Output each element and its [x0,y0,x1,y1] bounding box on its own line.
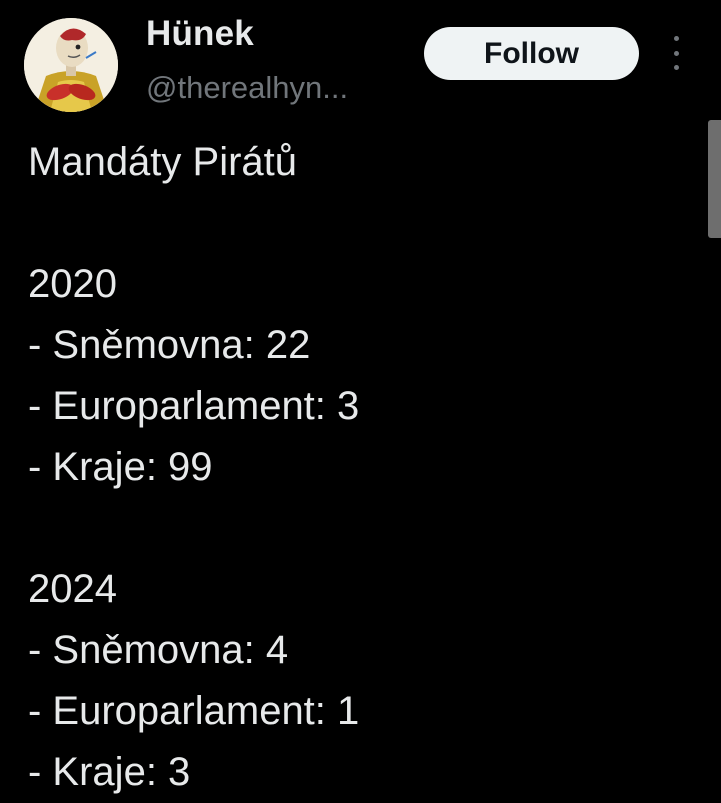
display-name[interactable]: Hünek [146,14,254,54]
user-handle[interactable]: @therealhyn... [146,70,348,106]
more-dot [673,65,679,70]
more-vertical-icon[interactable] [666,36,686,70]
tweet-title: Mandáty Pirátů [28,140,298,184]
avatar[interactable] [24,18,118,112]
avatar-image [24,18,118,112]
section-year: 2024 [28,567,117,611]
section-year: 2020 [28,262,117,306]
scrollbar-thumb[interactable] [708,120,721,238]
more-dot [673,36,679,41]
section-item: - Europarlament: 3 [28,384,360,428]
section-item: - Europarlament: 1 [28,689,360,733]
section-item: - Sněmovna: 4 [28,628,289,672]
more-dot [673,50,679,56]
section-item: - Kraje: 3 [28,750,191,794]
tweet-card: Hünek @therealhyn... Follow Mandáty Pirá… [0,0,721,800]
section-item: - Kraje: 99 [28,445,213,489]
follow-button[interactable]: Follow [424,27,639,80]
tweet-text: Mandáty Pirátů 2020 - Sněmovna: 22 - Eur… [28,132,688,803]
section-item: - Sněmovna: 22 [28,323,311,367]
